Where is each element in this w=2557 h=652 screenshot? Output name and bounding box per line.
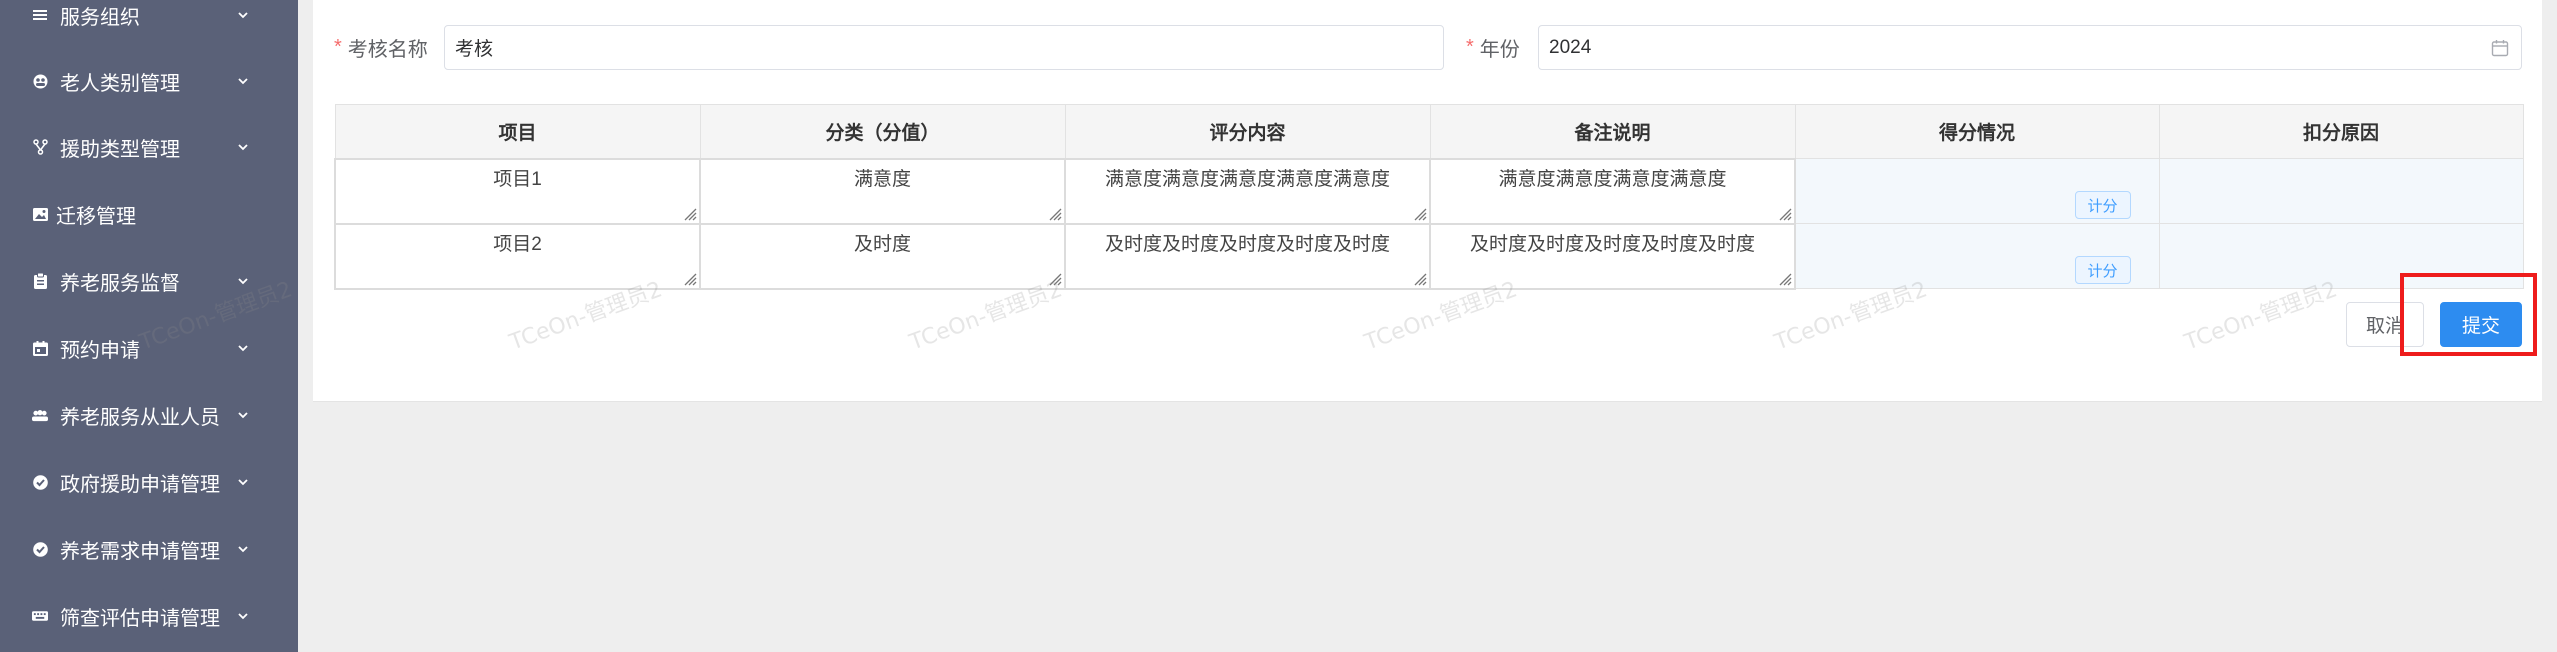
clipboard-icon [32,273,48,289]
category-text: 及时度 [853,233,911,255]
resize-handle-icon[interactable] [1048,272,1062,286]
sidebar-item-label: 政府援助申请管理 [60,473,220,496]
sidebar-item-label: 援助类型管理 [60,138,180,161]
note-textarea[interactable]: 及时度及时度及时度及时度及时度 [1429,222,1796,290]
table-row: 项目1 满意度 满意度满意度满意度满意度满意度 满意度满意度满意度满意度 计分 [334,157,2524,225]
item-textarea[interactable]: 项目2 [334,222,701,290]
score-cell: 计分 [1794,223,2160,289]
column-header-content: 评分内容 [1064,104,1431,159]
sidebar-item-screening[interactable]: 筛查评估申请管理 [0,583,298,649]
resize-handle-icon[interactable] [1778,272,1792,286]
assessment-name-label: 考核名称 [347,39,428,61]
calendar-icon [32,340,48,356]
note-textarea[interactable]: 满意度满意度满意度满意度 [1429,157,1796,225]
required-mark: * [1466,36,1474,58]
sidebar-item-aid-type[interactable]: 援助类型管理 [0,114,298,180]
submit-button[interactable]: 提交 [2440,302,2522,347]
item-text: 项目2 [493,233,542,255]
chevron-down-icon [238,345,248,352]
table-row: 项目2 及时度 及时度及时度及时度及时度及时度 及时度及时度及时度及时度及时度 … [334,222,2524,290]
item-text: 项目1 [493,168,542,190]
sidebar: 服务组织 老人类别管理 援助类型管理 迁移管理 养老服务监督 预约申请 养老服务… [0,0,298,652]
cancel-button[interactable]: 取消 [2346,302,2424,347]
content-textarea[interactable]: 及时度及时度及时度及时度及时度 [1064,222,1431,290]
list-icon [32,7,48,23]
column-header-note: 备注说明 [1429,104,1796,159]
resize-handle-icon[interactable] [683,272,697,286]
check-circle-icon [32,541,48,557]
chevron-down-icon [238,278,248,285]
sidebar-item-label: 预约申请 [60,339,140,362]
resize-handle-icon[interactable] [1413,207,1427,221]
sidebar-item-label: 服务组织 [60,6,140,29]
resize-handle-icon[interactable] [1413,272,1427,286]
sidebar-item-elder-category[interactable]: 老人类别管理 [0,48,298,114]
deduction-reason-cell [2158,158,2524,224]
sidebar-item-label: 老人类别管理 [60,72,180,95]
content-text: 及时度及时度及时度及时度及时度 [1104,233,1390,255]
column-header-category: 分类（分值） [699,104,1066,159]
check-circle-icon [32,474,48,490]
assessment-name-input[interactable]: 考核 [444,25,1444,70]
resize-handle-icon[interactable] [683,207,697,221]
category-textarea[interactable]: 及时度 [699,222,1066,290]
sidebar-item-appointment[interactable]: 预约申请 [0,315,298,381]
resize-handle-icon[interactable] [1048,207,1062,221]
chevron-down-icon [238,12,248,19]
year-label: 年份 [1479,39,1520,61]
resize-handle-icon[interactable] [1778,207,1792,221]
branch-icon [32,139,48,155]
note-text: 满意度满意度满意度满意度 [1498,168,1727,190]
sidebar-item-label: 筛查评估申请管理 [60,607,220,630]
sidebar-item-label: 养老需求申请管理 [60,540,220,563]
calculate-score-button[interactable]: 计分 [2074,256,2131,284]
column-header-score: 得分情况 [1794,104,2160,159]
sidebar-item-label: 养老服务从业人员 [60,406,220,429]
sidebar-item-label: 养老服务监督 [60,272,180,295]
content-text: 满意度满意度满意度满意度满意度 [1104,168,1390,190]
assessment-table: 项目 分类（分值） 评分内容 备注说明 得分情况 扣分原因 项目1 满意度 满意… [334,104,2524,290]
sidebar-item-elder-needs[interactable]: 养老需求申请管理 [0,516,298,582]
sidebar-item-service-supervision[interactable]: 养老服务监督 [0,248,298,314]
chevron-down-icon [238,144,248,151]
user-group-icon [32,73,48,89]
required-mark: * [334,36,342,58]
category-textarea[interactable]: 满意度 [699,157,1066,225]
keyboard-icon [32,608,48,624]
sidebar-item-gov-aid[interactable]: 政府援助申请管理 [0,449,298,515]
content-textarea[interactable]: 满意度满意度满意度满意度满意度 [1064,157,1431,225]
category-text: 满意度 [853,168,911,190]
assessment-form-card: * 考核名称 考核 * 年份 2024 项目 分类（分值） 评分内容 备注说明 … [313,0,2542,402]
sidebar-item-practitioners[interactable]: 养老服务从业人员 [0,382,298,448]
year-value: 2024 [1549,36,1592,58]
people-icon [32,407,48,423]
image-icon [32,206,48,222]
item-textarea[interactable]: 项目1 [334,157,701,225]
chevron-down-icon [238,546,248,553]
chevron-down-icon [238,479,248,486]
sidebar-item-service-org[interactable]: 服务组织 [0,0,298,48]
chevron-down-icon [238,613,248,620]
calendar-icon [2491,40,2509,57]
year-row: * 年份 2024 [1466,25,2536,70]
column-header-item: 项目 [334,104,701,159]
calculate-score-button[interactable]: 计分 [2074,191,2131,219]
note-text: 及时度及时度及时度及时度及时度 [1469,233,1755,255]
deduction-reason-cell [2158,223,2524,289]
year-picker-input[interactable]: 2024 [1538,25,2522,70]
assessment-name-value: 考核 [455,39,494,60]
sidebar-item-label: 迁移管理 [56,205,136,228]
score-cell: 计分 [1794,158,2160,224]
chevron-down-icon [238,412,248,419]
table-header-row: 项目 分类（分值） 评分内容 备注说明 得分情况 扣分原因 [334,104,2524,159]
chevron-down-icon [238,78,248,85]
column-header-reason: 扣分原因 [2158,104,2524,159]
sidebar-item-migration[interactable]: 迁移管理 [0,181,298,247]
